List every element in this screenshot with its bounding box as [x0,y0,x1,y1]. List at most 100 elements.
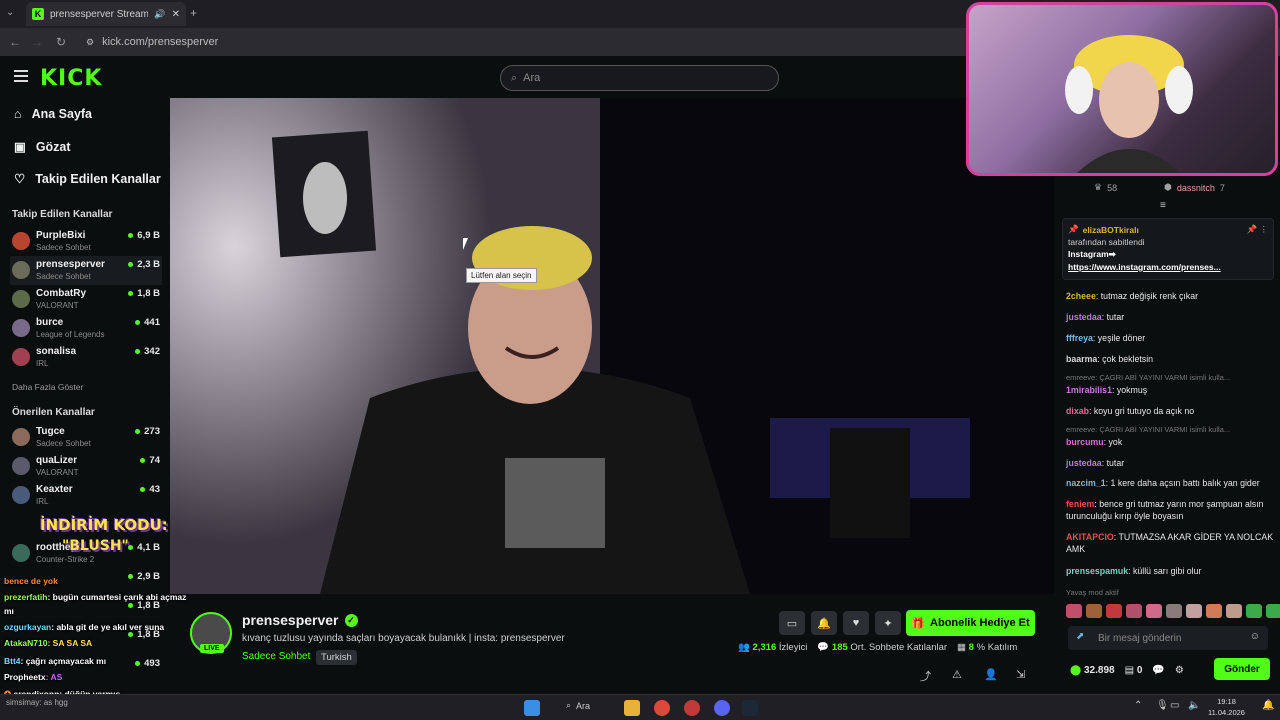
chrome-icon[interactable] [654,700,670,716]
kick-logo[interactable]: KICK [40,66,102,91]
chat-input[interactable]: Bir mesaj gönderin ⬈ ☺ [1068,626,1268,650]
app-icon[interactable] [684,700,700,716]
windows-start-icon[interactable] [524,700,540,716]
tab-audio-icon[interactable]: 🔊 [154,9,165,20]
steam-icon[interactable] [742,700,758,716]
viewer-count: 43 [140,484,160,495]
bell-icon[interactable]: 🔔 [811,611,837,635]
headphone-left [1065,66,1093,114]
viewer-count: 74 [140,455,160,466]
overlay-line: prezerfatih: bugün cumartesi çarık abi a… [4,592,187,602]
reload-icon[interactable]: ↻ [50,35,72,49]
channel-name: prensesperver [36,259,105,270]
points-stat[interactable]: ⬤ 32.898 [1070,665,1115,676]
back-icon[interactable]: ← [4,35,26,49]
avatar [12,232,30,250]
network-icon[interactable]: ▭ [1170,700,1179,711]
avatar [12,261,30,279]
discord-icon[interactable] [714,700,730,716]
url-field[interactable]: ⚙ kick.com/prensesperver [86,34,218,50]
streamer-shirt [1077,149,1181,173]
pinned-link[interactable]: https://www.instagram.com/prenses... [1068,262,1268,272]
nav-following[interactable]: ♡ Takip Edilen Kanallar [14,171,161,187]
taskbar-search[interactable]: ⌕ Ara [566,700,590,711]
tab-list-icon[interactable]: ⌄ [6,7,14,18]
overlay-line: mı [4,606,14,616]
gift-button-label: Abonelik Hediye Et [930,617,1030,629]
avatar [12,457,30,475]
chat-message: baarma: çok bekletsin [1066,354,1154,364]
chat-message: burcumu: yok [1066,437,1123,447]
report-icon[interactable]: ⚠ [952,668,962,681]
file-explorer-icon[interactable] [624,700,640,716]
system-clock[interactable]: 19:18 11.04.2026 [1208,696,1245,718]
emote-bar[interactable] [1066,604,1280,618]
channel-item-active[interactable]: prensesperver Sadece Sohbet 2,3 B [10,256,162,285]
unpin-icon[interactable]: 📌 ⋮ [1247,224,1268,235]
channel-name[interactable]: prensesperver [242,612,339,628]
channel-category: Sadece Sohbet [36,272,91,281]
viewer-count: 273 [135,426,160,437]
send-button[interactable]: Gönder [1214,658,1270,680]
emote-icon [1086,604,1102,618]
channel-item[interactable]: sonalisa IRL 342 [10,343,162,372]
channel-item[interactable]: PurpleBixi Sadece Sohbet 6,9 B [10,227,162,256]
show-more-link[interactable]: Daha Fazla Göster [12,382,83,392]
sparkle-icon[interactable]: ✦ [875,611,901,635]
nav-following-label: Takip Edilen Kanallar [35,171,161,186]
emote-icon [1166,604,1182,618]
video-frame [170,98,1054,594]
webcam-image [1065,35,1193,173]
emote-icon [1246,604,1262,618]
mic-icon[interactable]: 🎙 [1156,700,1169,711]
follow-heart-icon[interactable]: ♥ [843,611,869,635]
chat-message: 1mirabilis1: yokmuş [1066,385,1148,395]
chat-settings-icon[interactable]: ⬈ [1076,631,1084,642]
nav-home[interactable]: ⌂ Ana Sayfa [14,107,92,121]
chat-bubble-icon[interactable]: 💬 [1152,665,1164,676]
avatar [12,544,30,562]
gift-subscription-button[interactable]: 🎁 Abonelik Hediye Et [906,610,1035,636]
emoji-icon[interactable]: ☺ [1250,631,1260,642]
notification-icon[interactable]: 🔔 [1262,700,1274,711]
channel-item[interactable]: quaLizer VALORANT 74 [10,452,162,481]
settings-icon[interactable]: ⚙ [1175,665,1184,676]
tab-close-icon[interactable]: ✕ [172,9,180,20]
pinned-message: 📌 elizaBOTkiralı 📌 ⋮ tarafından sabitlen… [1062,218,1274,280]
tray-chevron-icon[interactable]: ⌃ [1134,700,1142,711]
chair [830,428,910,538]
menu-icon[interactable] [14,70,28,82]
channel-item[interactable]: Keaxter IRL 43 [10,481,162,510]
volume-icon[interactable]: 🔈 [1188,700,1200,711]
theatre-icon[interactable]: ▭ [779,611,805,635]
channel-item[interactable]: Tugce Sadece Sohbet 273 [10,423,162,452]
kick-favicon-icon: K [32,8,44,20]
expand-icon[interactable]: ≡ [1160,200,1166,211]
share-icon[interactable]: ⤴ [920,668,931,684]
search-input[interactable]: ⌕ Ara [500,65,779,91]
channel-item[interactable]: burce League of Legends 441 [10,314,162,343]
gift-count[interactable]: ▤ 0 [1125,665,1143,676]
new-tab-button[interactable]: + [190,6,197,20]
browser-tab[interactable]: K prensesperver Stream - Wa 🔊 ✕ [26,2,186,26]
forward-icon[interactable]: → [26,35,48,49]
channel-item[interactable]: CombatRy VALORANT 1,8 B [10,285,162,314]
site-info-icon[interactable]: ⚙ [86,37,94,48]
user-icon[interactable]: 👤 [984,668,998,681]
stream-category[interactable]: Sadece Sohbet [242,651,310,662]
slow-mode-notice: Yavaş mod aktif [1066,588,1119,597]
channel-category: Sadece Sohbet [36,243,91,252]
chat-message: nazcim_1: 1 kere daha açsın battı balık … [1066,478,1260,488]
cat-image [303,162,347,234]
collapse-icon[interactable]: ⇲ [1016,668,1025,681]
overlay-line: bence de yok [4,576,58,586]
top-gifter: ♛ 58 [1094,182,1118,193]
nav-browse[interactable]: ▣ Gözat [14,139,71,155]
overlay-line: ozgurkayan: abla git de ye akıl ver şuna [4,622,165,632]
video-player[interactable] [170,98,1054,594]
channel-category: IRL [36,359,49,368]
channel-category: Sadece Sohbet [36,439,91,448]
crown-icon: ♛ [1094,182,1103,192]
os-taskbar: simsimay: as hgg ⌕ Ara ⌃ 🎙 ▭ 🔈 19:18 11.0… [0,694,1280,720]
language-tag[interactable]: Turkish [316,650,357,665]
